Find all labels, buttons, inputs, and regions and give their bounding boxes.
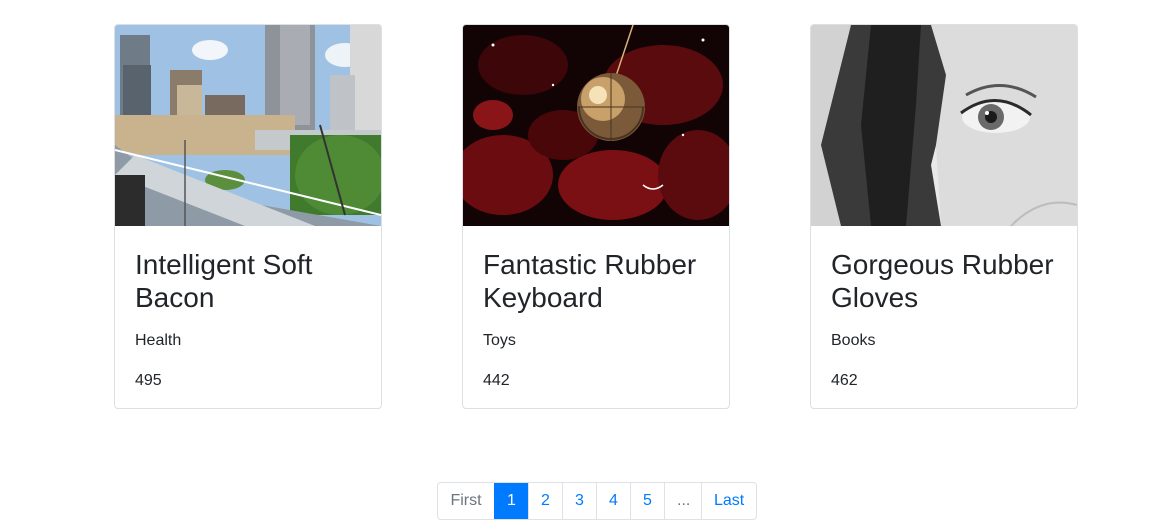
product-category: Health [135,332,182,349]
pagination-ellipsis: ... [664,483,701,519]
pagination-last[interactable]: Last [701,483,756,519]
product-list-page: Intelligent Soft Bacon Health 495 Fantas… [0,0,1167,529]
product-image[interactable] [115,25,381,226]
product-category: Books [831,332,876,349]
disco-ball-image [463,25,729,226]
product-card[interactable]: Intelligent Soft Bacon Health 495 [114,24,382,409]
city-skyline-image [115,25,381,226]
product-title[interactable]: Gorgeous Rubber Gloves [831,248,1057,314]
product-card[interactable]: Gorgeous Rubber Gloves Books 462 [810,24,1078,409]
pagination: First 1 2 3 4 5 ... Last [437,482,757,520]
product-price: 462 [831,372,858,389]
product-image[interactable] [463,25,729,226]
product-category: Toys [483,332,516,349]
product-image[interactable] [811,25,1077,226]
portrait-image [811,25,1077,226]
product-title[interactable]: Fantastic Rubber Keyboard [483,248,709,314]
pagination-page-4[interactable]: 4 [596,483,630,519]
pagination-page-1[interactable]: 1 [494,483,528,519]
product-card[interactable]: Fantastic Rubber Keyboard Toys 442 [462,24,730,409]
product-price: 442 [483,372,510,389]
pagination-page-2[interactable]: 2 [528,483,562,519]
pagination-page-3[interactable]: 3 [562,483,596,519]
pagination-first[interactable]: First [438,483,494,519]
product-title[interactable]: Intelligent Soft Bacon [135,248,361,314]
product-price: 495 [135,372,162,389]
pagination-page-5[interactable]: 5 [630,483,664,519]
